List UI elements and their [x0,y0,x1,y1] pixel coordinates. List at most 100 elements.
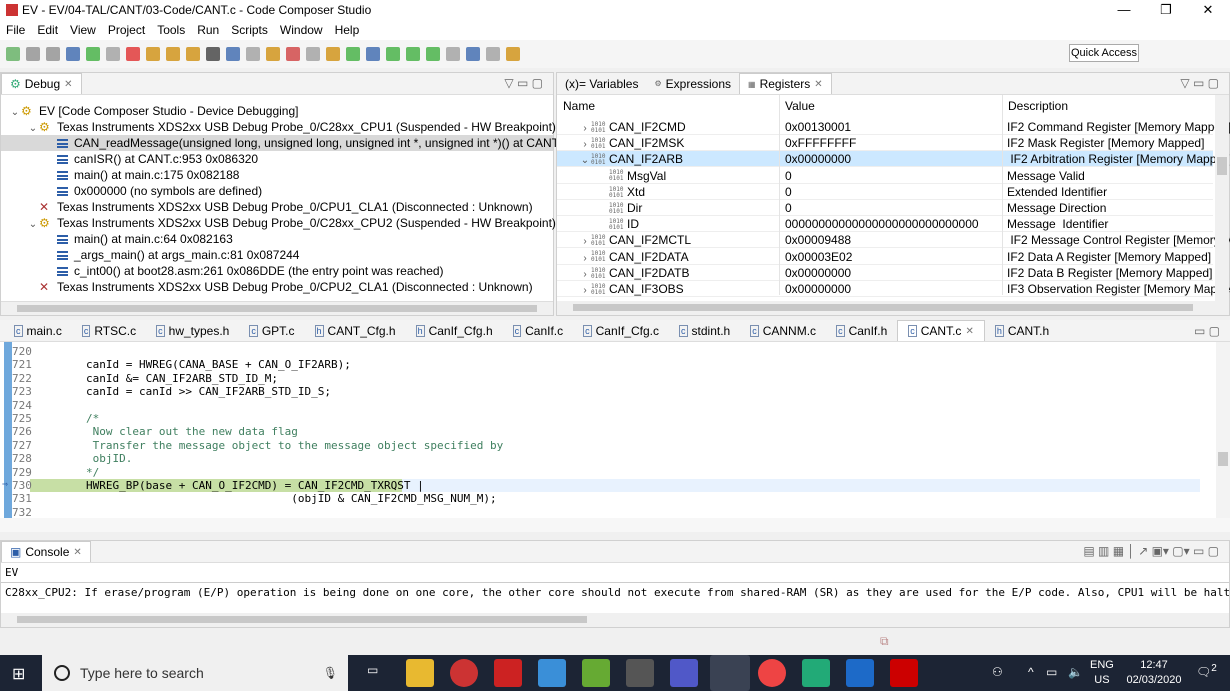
editor-tab[interactable]: cCanIf.h [826,320,897,341]
register-row[interactable]: 10100101MsgVal0Message Valid [557,168,1213,184]
debug-tree-item[interactable]: ⌄⚙Texas Instruments XDS2xx USB Debug Pro… [1,119,553,135]
close-icon[interactable]: ✕ [64,79,72,90]
clock[interactable]: 12:4702/03/2020 [1124,658,1184,688]
toolbar-button-icon[interactable] [26,47,40,61]
code-line[interactable]: canId = HWREG(CANA_BASE + CAN_O_IF2ARB); [86,358,351,371]
editor-tab[interactable]: chw_types.h [146,320,239,341]
tab-debug[interactable]: ⚙Debug✕ [1,73,82,94]
toolbar-button-icon[interactable] [366,47,380,61]
register-value[interactable]: 0 [785,184,792,200]
microphone-icon[interactable]: 🎙 [323,666,338,680]
bug-icon[interactable] [494,659,522,687]
acrobat-icon[interactable] [890,659,918,687]
toolbar-button-icon[interactable] [506,47,520,61]
maximize-button[interactable]: ❐ [1146,0,1186,20]
register-value[interactable]: 0x00000000 [785,265,851,281]
registers-hscrollbar[interactable] [557,301,1229,315]
debug-tree-item[interactable]: 0x000000 (no symbols are defined) [1,183,553,199]
code-line[interactable]: Transfer the message object to the messa… [86,439,503,452]
code-line[interactable]: (objID & CAN_IF2CMD_MSG_NUM_M); [86,492,497,505]
view-menu-icons[interactable]: ▽ ▭ ▢ [504,76,543,90]
register-row[interactable]: 10100101Dir0Message Direction [557,200,1213,216]
menu-edit[interactable]: Edit [31,23,64,37]
column-description[interactable]: Description [1008,98,1068,114]
debug-tree-item[interactable]: ⌄⚙EV [Code Composer Studio - Device Debu… [1,103,553,119]
debug-tree-item[interactable]: main() at main.c:64 0x082163 [1,231,553,247]
task-view-icon[interactable]: ▭ [367,663,378,677]
code-line[interactable]: objID. [86,452,132,465]
toolbar-button-icon[interactable] [46,47,60,61]
tab-registers[interactable]: ▦Registers✕ [739,73,832,94]
app-icon[interactable] [538,659,566,687]
console-output[interactable]: C28xx_CPU2: If erase/program (E/P) opera… [1,583,1229,602]
register-row[interactable]: ›10100101CAN_IF2MCTL0x00009488 IF2 Messa… [557,232,1213,248]
teams-icon[interactable] [670,659,698,687]
people-icon[interactable]: ⚇ [992,665,1003,679]
register-value[interactable]: 0x00000000 [785,281,851,297]
toolbar-button-icon[interactable] [326,47,340,61]
toolbar-button-icon[interactable] [446,47,460,61]
debug-tree-item[interactable]: canISR() at CANT.c:953 0x086320 [1,151,553,167]
editor-tab[interactable]: cmain.c [4,320,72,341]
editor-tab[interactable]: cGPT.c [239,320,304,341]
menu-tools[interactable]: Tools [151,23,191,37]
close-icon[interactable]: ✕ [814,79,822,90]
quick-access-input[interactable]: Quick Access [1069,44,1139,62]
registers-vscrollbar[interactable] [1215,95,1229,301]
app-icon[interactable] [802,659,830,687]
editor-hscrollbar[interactable] [0,518,1230,532]
language-indicator[interactable]: ENGUS [1090,658,1114,688]
tab-expressions[interactable]: ⚙Expressions [646,73,739,94]
toolbar-button-icon[interactable] [106,47,120,61]
register-value[interactable]: 0 [785,200,792,216]
toolbar-button-icon[interactable] [266,47,280,61]
tab-console[interactable]: ▣Console✕ [1,541,91,562]
editor-tab[interactable]: cCanIf.c [503,320,574,341]
close-button[interactable]: ✕ [1188,0,1228,20]
column-name[interactable]: Name [563,98,595,114]
notifications-icon[interactable]: 🗨2 [1196,663,1217,679]
code-line[interactable]: HWREG_BP(base + CAN_O_IF2CMD) = CAN_IF2C… [86,479,424,492]
debug-tree-item[interactable]: main() at main.c:175 0x082188 [1,167,553,183]
outlook-icon[interactable] [846,659,874,687]
register-row[interactable]: 10100101Xtd0Extended Identifier [557,184,1213,200]
register-row[interactable]: ›10100101CAN_IF2CMD0x00130001IF2 Command… [557,119,1213,135]
register-value[interactable]: 0x00130001 [785,119,851,135]
code-line[interactable]: /* [86,412,99,425]
debug-tree-item[interactable]: _args_main() at args_main.c:81 0x087244 [1,247,553,263]
register-row[interactable]: ›10100101CAN_IF3OBS0x00000000IF3 Observa… [557,281,1213,297]
toolbar-button-icon[interactable] [86,47,100,61]
editor-vscrollbar[interactable] [1216,342,1230,518]
toolbar-button-icon[interactable] [306,47,320,61]
taskbar-search[interactable]: Type here to search 🎙 [42,655,348,691]
toolbar-button-icon[interactable] [386,47,400,61]
toolbar-button-icon[interactable] [246,47,260,61]
code-line[interactable]: Now clear out the new data flag [86,425,298,438]
menu-run[interactable]: Run [191,23,225,37]
notepad-icon[interactable] [582,659,610,687]
toolbar-button-icon[interactable] [346,47,360,61]
code-editor[interactable]: 720721canId = HWREG(CANA_BASE + CAN_O_IF… [0,342,1230,532]
code-line[interactable]: canId &= CAN_IF2ARB_STD_ID_M; [86,372,278,385]
calculator-icon[interactable] [626,659,654,687]
toolbar-button-icon[interactable] [6,47,20,61]
volume-icon[interactable]: 🔈 [1068,665,1083,679]
network-icon[interactable]: ▭ [1046,665,1057,679]
chrome-icon[interactable] [758,659,786,687]
console-toolbar[interactable]: ▤ ▥ ▦ │ ↗ ▣▾ ▢▾ ▭ ▢ [1083,544,1219,558]
close-icon[interactable]: ✕ [73,547,81,558]
close-icon[interactable]: ✕ [965,326,973,337]
editor-tab[interactable]: cRTSC.c [72,320,146,341]
column-value[interactable]: Value [785,98,815,114]
register-value[interactable]: 00000000000000000000000000000 [785,216,979,232]
toolbar-button-icon[interactable] [486,47,500,61]
editor-tab[interactable]: hCANT.h [985,320,1059,341]
register-value[interactable]: 0x00009488 [785,232,851,248]
register-row[interactable]: ›10100101CAN_IF2DATA0x00003E02IF2 Data A… [557,249,1213,265]
toolbar-button-icon[interactable] [206,47,220,61]
toolbar-button-icon[interactable] [406,47,420,61]
code-line[interactable]: canId = canId >> CAN_IF2ARB_STD_ID_S; [86,385,331,398]
toolbar-button-icon[interactable] [126,47,140,61]
toolbar-button-icon[interactable] [466,47,480,61]
ccs-icon[interactable] [710,655,750,691]
